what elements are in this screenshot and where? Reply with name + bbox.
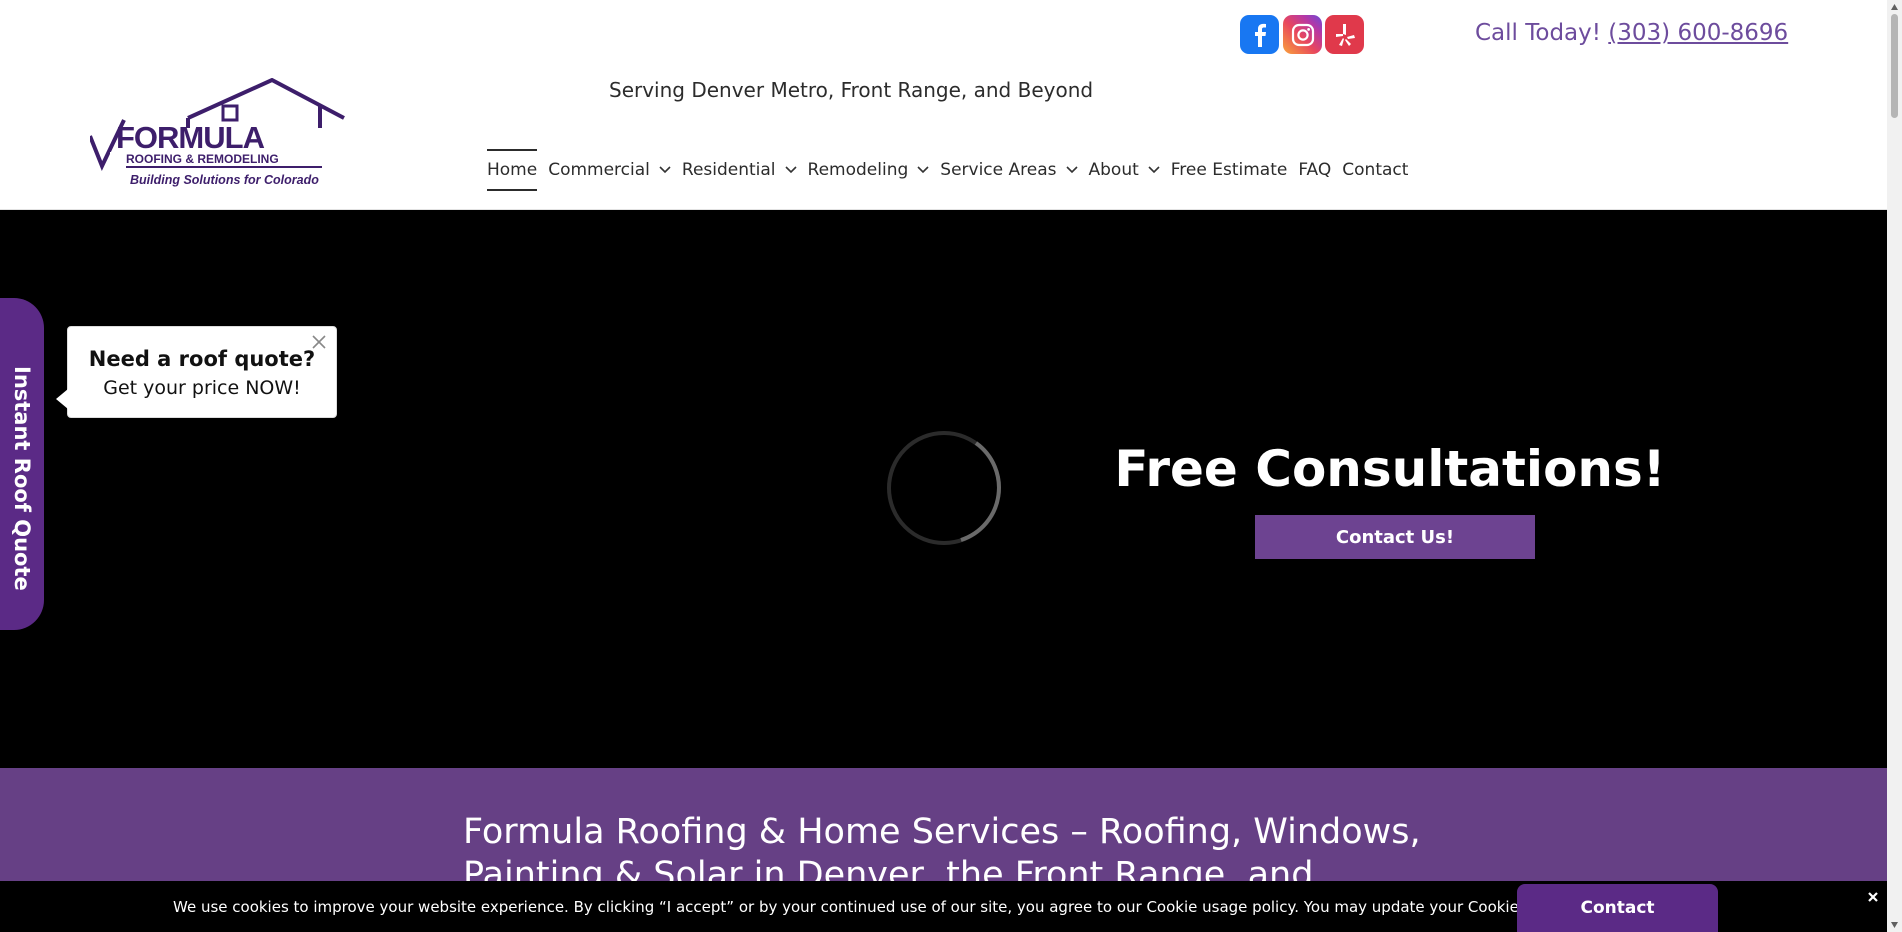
chevron-down-icon [1065, 164, 1078, 176]
hero-title: Free Consultations! [1114, 440, 1666, 498]
nav-item-residential[interactable]: Residential [682, 149, 797, 191]
chevron-down-icon [784, 164, 797, 176]
roof-quote-popup[interactable]: Need a roof quote? Get your price NOW! [56, 326, 337, 418]
contact-us-button[interactable]: Contact Us! [1255, 515, 1535, 559]
facebook-icon[interactable] [1240, 15, 1279, 54]
yelp-icon[interactable] [1325, 15, 1364, 54]
scroll-down-icon[interactable] [1890, 921, 1899, 929]
loading-spinner-icon [887, 431, 1001, 545]
cookie-text: We use cookies to improve your website e… [173, 898, 1518, 916]
phone-link[interactable]: (303) 600-8696 [1608, 20, 1788, 46]
site-header: FORMULA ROOFING & REMODELING Building So… [0, 0, 1887, 210]
nav-item-remodeling[interactable]: Remodeling [808, 149, 930, 191]
nav-item-contact[interactable]: Contact [1342, 149, 1408, 191]
popup-title: Need a roof quote? [88, 347, 316, 371]
header-tagline: Serving Denver Metro, Front Range, and B… [609, 78, 1094, 102]
instant-roof-quote-label[interactable]: Instant Roof Quote [10, 366, 34, 591]
formula-roofing-logo[interactable]: FORMULA ROOFING & REMODELING Building So… [90, 78, 346, 190]
call-label: Call Today! [1475, 20, 1601, 46]
nav-item-home[interactable]: Home [487, 149, 538, 191]
scroll-up-icon[interactable] [1890, 3, 1899, 11]
chevron-down-icon [1148, 164, 1160, 176]
logo-sub: ROOFING & REMODELING [126, 152, 279, 166]
instagram-icon[interactable] [1283, 15, 1322, 54]
logo-word: FORMULA [116, 120, 265, 155]
close-icon[interactable] [310, 333, 328, 351]
nav-item-free-estimate[interactable]: Free Estimate [1171, 149, 1288, 191]
logo-slogan: Building Solutions for Colorado [130, 173, 319, 187]
chevron-down-icon [917, 164, 929, 176]
page-scrollbar[interactable] [1887, 0, 1902, 932]
hero-section: Free Consultations! Contact Us! [0, 210, 1887, 768]
contact-tab-button[interactable]: Contact [1517, 884, 1718, 932]
close-icon[interactable] [1866, 890, 1880, 904]
nav-item-service-areas[interactable]: Service Areas [940, 149, 1078, 191]
main-nav: Home Commercial Residential Remodeling S… [487, 149, 1419, 191]
chevron-down-icon [659, 164, 671, 176]
nav-item-about[interactable]: About [1089, 149, 1160, 191]
nav-item-commercial[interactable]: Commercial [548, 149, 671, 191]
scroll-thumb[interactable] [1891, 14, 1898, 118]
popup-subtitle: Get your price NOW! [103, 377, 301, 399]
call-today: Call Today! (303) 600-8696 [1475, 20, 1788, 46]
nav-item-faq[interactable]: FAQ [1298, 149, 1331, 191]
